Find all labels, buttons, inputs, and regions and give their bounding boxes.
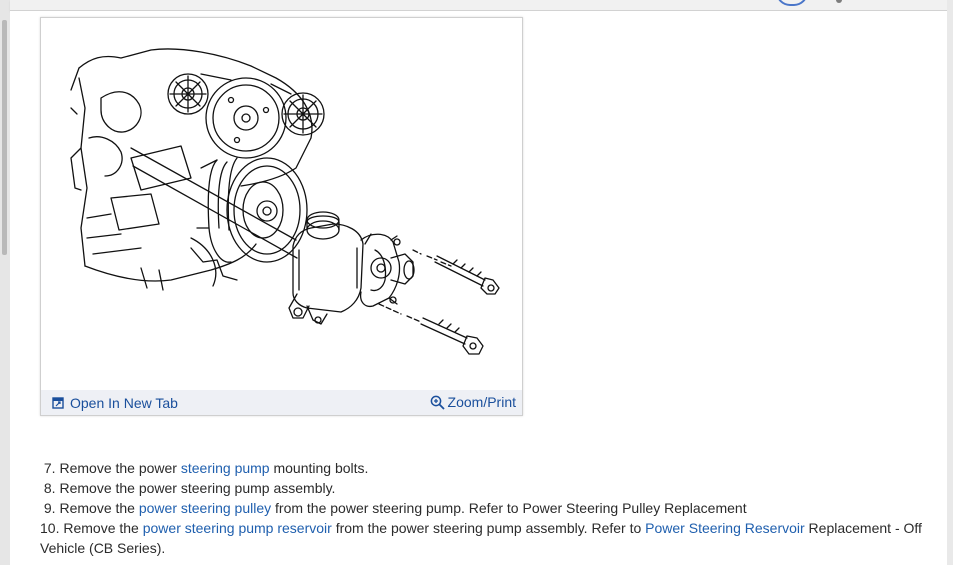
open-in-new-tab-link[interactable]: Open In New Tab [52, 395, 178, 411]
step-number: 10. [40, 520, 60, 536]
step-text: Remove the power [59, 460, 181, 476]
scrollbar-thumb[interactable] [2, 20, 7, 255]
step-text: Remove the power steering pump assembly. [59, 480, 336, 496]
menu-icon[interactable] [836, 0, 842, 3]
step-text: from the power steering pump assembly. R… [331, 520, 646, 536]
power-steering-pulley-link[interactable]: power steering pulley [139, 500, 271, 516]
step-9: 9. Remove the power steering pulley from… [40, 498, 940, 518]
procedure-steps: 7. Remove the power steering pump mounti… [40, 458, 940, 558]
power-steering-pump-illustration [70, 48, 500, 355]
step-text: mounting bolts. [269, 460, 369, 476]
zoom-print-label: Zoom/Print [447, 394, 516, 410]
left-scrollbar[interactable] [0, 0, 10, 565]
power-steering-reservoir-link[interactable]: Power Steering Reservoir [645, 520, 805, 536]
step-number: 7. [43, 460, 56, 476]
figure-toolbar: Open In New Tab Zoom/Print [41, 390, 522, 415]
main-content: Open In New Tab Zoom/Print 7. Remove the… [10, 11, 947, 565]
step-10: 10. Remove the power steering pump reser… [40, 518, 940, 558]
step-number: 8. [43, 480, 56, 496]
open-in-new-tab-label: Open In New Tab [70, 395, 178, 411]
top-bar [10, 0, 947, 11]
zoom-in-icon [430, 395, 445, 410]
zoom-print-link[interactable]: Zoom/Print [430, 394, 516, 410]
figure-card: Open In New Tab Zoom/Print [40, 17, 523, 416]
step-number: 9. [43, 500, 56, 516]
step-text: Remove the [63, 520, 143, 536]
step-8: 8. Remove the power steering pump assemb… [40, 478, 940, 498]
step-text: Remove the [59, 500, 139, 516]
steering-pump-link[interactable]: steering pump [181, 460, 270, 476]
power-steering-pump-reservoir-link[interactable]: power steering pump reservoir [143, 520, 332, 536]
right-edge [947, 0, 953, 565]
step-text: from the power steering pump. Refer to P… [271, 500, 747, 516]
avatar-icon[interactable] [776, 0, 808, 6]
open-in-new-tab-icon [52, 397, 64, 409]
step-7: 7. Remove the power steering pump mounti… [40, 458, 940, 478]
